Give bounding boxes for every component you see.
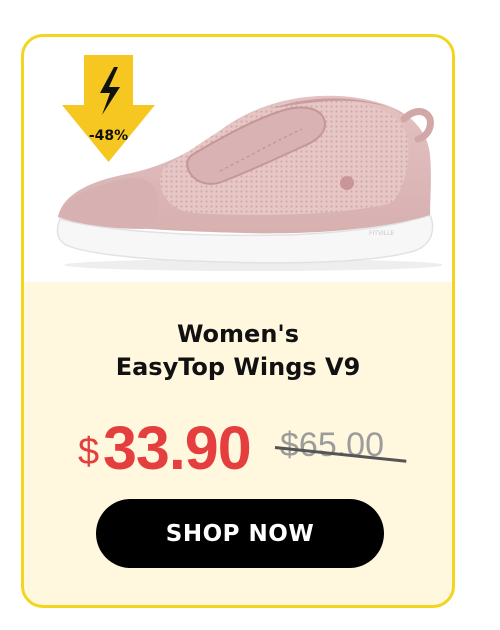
product-image-area: FITVILLE -48% xyxy=(24,37,452,282)
sale-price: 33.90 xyxy=(103,414,252,482)
currency-symbol: $ xyxy=(78,431,100,473)
shop-now-button[interactable]: SHOP NOW xyxy=(96,499,384,568)
price-row: $ 33.90 $65.00 xyxy=(24,414,452,493)
product-title-line1: Women's xyxy=(176,320,300,348)
discount-badge-arrow xyxy=(62,55,155,162)
discount-badge: -48% xyxy=(62,55,155,162)
svg-text:FITVILLE: FITVILLE xyxy=(369,230,394,237)
product-title: Women's EasyTop Wings V9 xyxy=(24,318,452,384)
product-title-line2: EasyTop Wings V9 xyxy=(115,353,361,381)
product-card[interactable]: FITVILLE -48% Women's EasyTop Wings V9 $… xyxy=(21,34,455,608)
discount-label: -48% xyxy=(88,128,129,144)
